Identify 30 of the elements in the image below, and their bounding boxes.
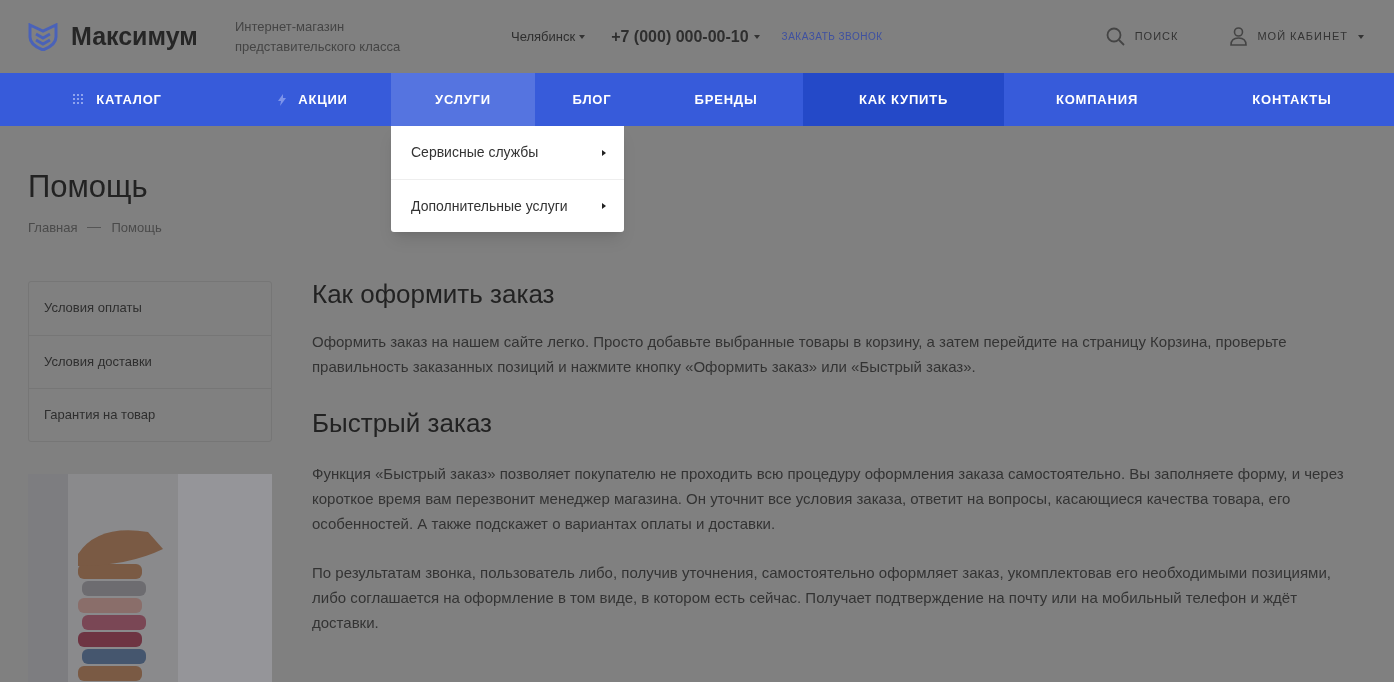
slogan-text: Интернет-магазин представительского класса xyxy=(235,17,402,56)
caret-icon xyxy=(753,34,760,39)
caret-icon xyxy=(579,34,586,39)
caret-icon xyxy=(1358,34,1364,39)
body-paragraph: Функция «Быстрый заказ» позволяет покупателю не проходить всю процедуру оформления заказа самостоятельно. Вы заполняете форму, и через короткое время вам перезвонит менеджер магазина. Он уточнит все условия заказа, ответит на вопросы, касающиеся качества товара, его особенностей. А также подскажет о вариантах оплаты и доставки. xyxy=(312,463,1345,534)
section-heading: Быстрый заказ xyxy=(312,406,493,439)
dropdown-item[interactable]: Сервисные службы xyxy=(391,126,624,179)
city-selector[interactable]: Челябинск xyxy=(511,26,586,47)
body-paragraph: Оформить заказ на нашем сайте легко. Просто добавьте выбранные товары в корзину, а затем перейдите на страницу Корзина, проверьте правильность заказанных позиций и нажмите кнопку «Оформить заказ» или «Быстрый заказ». xyxy=(312,331,1288,377)
section-heading: Как оформить заказ xyxy=(312,277,556,310)
shield-logo-icon xyxy=(28,22,58,51)
caret-icon xyxy=(602,149,606,156)
caret-icon xyxy=(602,203,606,209)
nav-tab[interactable]: УСЛУГИ xyxy=(391,73,535,126)
breadcrumb-separator xyxy=(87,227,102,229)
grid-icon xyxy=(73,94,85,105)
lightning-icon xyxy=(278,93,287,106)
user-icon xyxy=(1230,27,1248,46)
search-button[interactable]: ПОИСК xyxy=(1105,27,1179,46)
body-paragraph: По результатам звонка, пользователь либо, получив уточнения, самостоятельно оформляет заказ, укомплектовав его необходимыми позициями, либо соглашается на оформление в том виде, в котором есть сейчас. Получает подтверждение на почту или на мобильный телефон и ждёт доставки. xyxy=(312,562,1332,633)
page-title: Помощь xyxy=(28,168,148,206)
account-button[interactable]: МОЙ КАБИНЕТ xyxy=(1230,27,1364,46)
nav-tab[interactable]: КАК КУПИТЬ xyxy=(803,73,1004,126)
logo-text[interactable]: Максимум xyxy=(71,17,235,56)
sidebar-item[interactable]: Гарантия на товар xyxy=(29,387,271,441)
phone-selector[interactable]: +7 (000) 000-00-10 xyxy=(611,24,760,49)
search-icon xyxy=(1105,27,1125,46)
sidebar-item[interactable]: Условия доставки xyxy=(29,334,271,388)
sidebar-item[interactable]: Условия оплаты xyxy=(29,281,271,335)
dropdown-item[interactable]: Дополнительные услуги xyxy=(391,179,624,232)
